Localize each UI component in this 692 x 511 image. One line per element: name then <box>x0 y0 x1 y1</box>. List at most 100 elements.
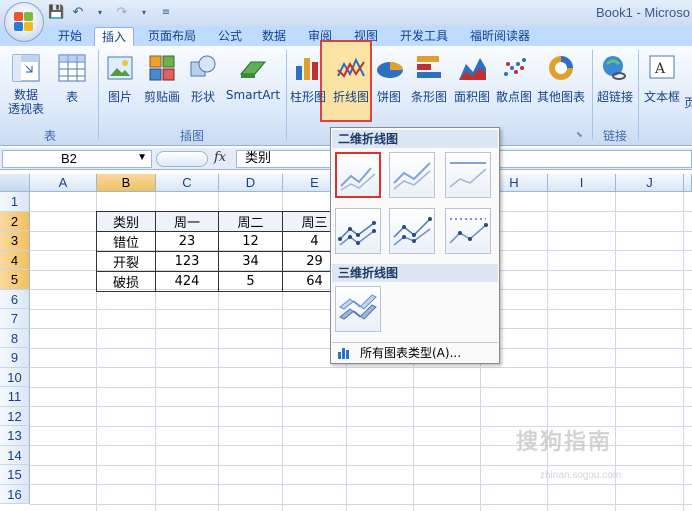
row-header-6[interactable]: 6 <box>0 289 30 309</box>
table-cell[interactable]: 类别 <box>96 211 156 232</box>
line-chart-option[interactable] <box>335 152 381 198</box>
dropdown-arrow-icon[interactable]: ▾ <box>92 5 108 21</box>
row-header-13[interactable]: 13 <box>0 426 30 446</box>
watermark: 搜狗指南 <box>516 430 613 455</box>
tab-developer[interactable]: 开发工具 <box>394 27 454 46</box>
row-header-15[interactable]: 15 <box>0 465 30 485</box>
name-box[interactable]: B2 ▼ <box>2 150 152 168</box>
table-button[interactable]: 表 <box>54 52 90 105</box>
line-chart-button[interactable]: 折线图 <box>330 52 372 105</box>
stacked-line-chart-option[interactable] <box>389 152 435 198</box>
area-chart-button[interactable]: 面积图 <box>452 52 492 105</box>
hyperlink-button[interactable]: 超链接 <box>594 52 636 105</box>
dropdown-arrow-icon[interactable]: ▼ <box>137 152 147 163</box>
table-cell[interactable]: 12 <box>218 231 283 252</box>
row-header-2[interactable]: 2 <box>0 211 30 231</box>
bar-chart-icon <box>413 52 445 84</box>
3d-line-chart-option[interactable] <box>335 286 381 332</box>
table-row: 开裂 123 34 29 <box>96 251 347 272</box>
column-header-j[interactable]: J <box>616 174 684 192</box>
table-cell[interactable]: 5 <box>218 271 283 292</box>
other-charts-button[interactable]: 其他图表 <box>536 52 586 105</box>
save-icon[interactable]: 💾 <box>48 5 64 21</box>
clipart-label: 剪贴画 <box>143 90 180 104</box>
name-box-value: B2 <box>61 151 77 166</box>
redo-icon[interactable]: ↷ <box>114 5 130 21</box>
textbox-button[interactable]: A 文本框 <box>642 52 682 105</box>
pie-chart-button[interactable]: 饼图 <box>374 52 404 105</box>
table-row: 错位 23 12 4 <box>96 231 347 252</box>
smartart-button[interactable]: SmartArt <box>222 52 284 102</box>
row-header-16[interactable]: 16 <box>0 484 30 504</box>
clipart-button[interactable]: 剪贴画 <box>142 52 182 105</box>
pivottable-button[interactable]: 数据 透视表 <box>4 52 48 116</box>
formula-controls[interactable] <box>156 151 208 167</box>
row-header-11[interactable]: 11 <box>0 387 30 407</box>
scatter-chart-label: 散点图 <box>495 90 532 104</box>
data-table: 类别 周一 周二 周三 错位 23 12 4 开裂 123 34 29 破损 4… <box>96 211 347 292</box>
picture-button[interactable]: 图片 <box>102 52 138 105</box>
undo-icon[interactable]: ↶ <box>70 5 86 21</box>
tab-foxit-reader[interactable]: 福昕阅读器 <box>464 27 536 46</box>
line-chart-icon <box>335 52 367 84</box>
bar-chart-button[interactable]: 条形图 <box>408 52 450 105</box>
column-header-i[interactable]: I <box>548 174 616 192</box>
row-header-5[interactable]: 5 <box>0 270 30 290</box>
customize-qat-icon[interactable]: ≡ <box>158 5 174 21</box>
percent-stacked-line-chart-option[interactable] <box>445 152 491 198</box>
hyperlink-icon <box>599 52 631 84</box>
tab-page-layout[interactable]: 页面布局 <box>142 27 202 46</box>
table-header-row: 类别 周一 周二 周三 <box>96 211 347 232</box>
tab-data[interactable]: 数据 <box>256 27 292 46</box>
scatter-chart-icon <box>498 52 530 84</box>
row-header-12[interactable]: 12 <box>0 406 30 426</box>
table-cell[interactable]: 周二 <box>218 211 283 232</box>
picture-label: 图片 <box>107 90 132 104</box>
dialog-launcher-icon[interactable]: ⬊ <box>576 130 583 139</box>
table-cell[interactable]: 破损 <box>96 271 156 292</box>
line-markers-chart-option[interactable] <box>335 208 381 254</box>
row-header-14[interactable]: 14 <box>0 445 30 465</box>
line-chart-dropdown: 二维折线图 三维折线图 所有图表类型(A)... <box>330 127 500 364</box>
table-cell[interactable]: 23 <box>155 231 219 252</box>
tab-insert[interactable]: 插入 <box>94 27 134 46</box>
office-button[interactable] <box>4 2 44 42</box>
table-label: 表 <box>65 90 78 104</box>
area-chart-icon <box>456 52 488 84</box>
column-header-a[interactable]: A <box>30 174 97 192</box>
column-chart-button[interactable]: 柱形图 <box>288 52 328 105</box>
tab-formulas[interactable]: 公式 <box>212 27 248 46</box>
row-header-4[interactable]: 4 <box>0 250 30 270</box>
table-cell[interactable]: 错位 <box>96 231 156 252</box>
row-header-10[interactable]: 10 <box>0 367 30 387</box>
stacked-line-markers-chart-option[interactable] <box>389 208 435 254</box>
quick-access-toolbar: 💾 ↶ ▾ ↷ ▾ ≡ <box>48 4 174 22</box>
dropdown-arrow-icon[interactable]: ▾ <box>136 5 152 21</box>
table-cell[interactable]: 123 <box>155 251 219 272</box>
table-cell[interactable]: 424 <box>155 271 219 292</box>
all-chart-types-label: 所有图表类型(A)... <box>360 346 462 360</box>
tab-home[interactable]: 开始 <box>52 27 88 46</box>
all-chart-types-link[interactable]: 所有图表类型(A)... <box>332 342 498 362</box>
shapes-button[interactable]: 形状 <box>186 52 220 105</box>
header-footer-button[interactable]: 页 <box>684 90 692 111</box>
group-label-tables: 表 <box>43 129 56 143</box>
column-header-d[interactable]: D <box>219 174 283 192</box>
row-header-3[interactable]: 3 <box>0 231 30 251</box>
table-cell[interactable]: 周一 <box>155 211 219 232</box>
table-cell[interactable]: 34 <box>218 251 283 272</box>
column-header-b[interactable]: B <box>97 174 156 192</box>
table-cell[interactable]: 开裂 <box>96 251 156 272</box>
scatter-chart-button[interactable]: 散点图 <box>494 52 534 105</box>
percent-stacked-line-markers-chart-option[interactable] <box>445 208 491 254</box>
row-header-8[interactable]: 8 <box>0 328 30 348</box>
row-header-1[interactable]: 1 <box>0 192 30 212</box>
row-header-7[interactable]: 7 <box>0 309 30 329</box>
insert-function-icon[interactable]: fx <box>214 150 226 165</box>
column-header-c[interactable]: C <box>156 174 219 192</box>
select-all-corner[interactable] <box>0 174 30 192</box>
section-2d-line: 二维折线图 <box>332 130 498 148</box>
shapes-icon <box>187 52 219 84</box>
column-header-k[interactable] <box>684 174 692 192</box>
row-header-9[interactable]: 9 <box>0 348 30 368</box>
